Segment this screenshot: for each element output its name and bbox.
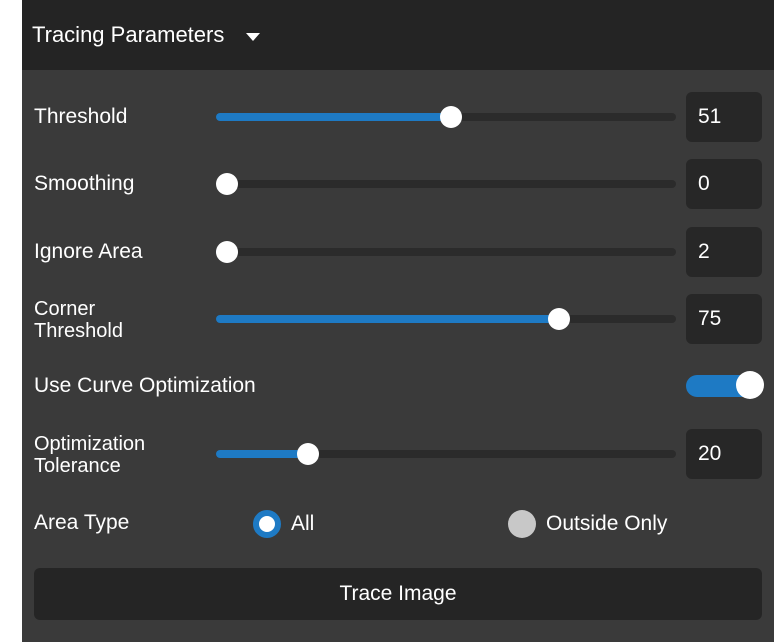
corner-threshold-value-field[interactable]: 75 <box>686 294 762 344</box>
optimization-tolerance-value-field[interactable]: 20 <box>686 429 762 479</box>
area-type-label: Area Type <box>34 511 130 534</box>
smoothing-slider-thumb[interactable] <box>216 173 238 195</box>
curve-optimization-label: Use Curve Optimization <box>34 374 256 397</box>
area-type-radio-all[interactable]: All <box>253 510 314 538</box>
threshold-row: Threshold 51 <box>22 92 774 142</box>
toggle-knob <box>736 371 764 399</box>
threshold-label: Threshold <box>34 105 128 128</box>
panel-title: Tracing Parameters <box>32 22 225 47</box>
smoothing-row: Smoothing 0 <box>22 159 774 209</box>
corner-threshold-slider-fill <box>216 315 559 323</box>
threshold-slider-fill <box>216 113 451 121</box>
optimization-tolerance-label-line-2: Tolerance <box>34 455 121 477</box>
corner-threshold-label-line-2: Threshold <box>34 320 123 342</box>
corner-threshold-label: Corner Threshold <box>34 298 123 342</box>
optimization-tolerance-slider-fill <box>216 450 308 458</box>
optimization-tolerance-slider[interactable] <box>216 443 676 465</box>
corner-threshold-slider[interactable] <box>216 308 676 330</box>
panel-header[interactable]: Tracing Parameters <box>22 0 774 70</box>
ignore-area-label: Ignore Area <box>34 240 143 263</box>
ignore-area-row: Ignore Area 2 <box>22 227 774 277</box>
threshold-slider-thumb[interactable] <box>439 106 462 128</box>
ignore-area-slider-thumb[interactable] <box>216 241 238 263</box>
threshold-slider[interactable] <box>216 106 676 128</box>
smoothing-value-field[interactable]: 0 <box>686 159 762 209</box>
area-type-radio-all-label: All <box>291 512 315 535</box>
ignore-area-value-field[interactable]: 2 <box>686 227 762 277</box>
ignore-area-slider[interactable] <box>216 241 676 263</box>
radio-checked-icon <box>253 510 281 538</box>
chevron-down-icon[interactable] <box>246 33 261 41</box>
area-type-radio-outside-only[interactable]: Outside Only <box>508 510 667 538</box>
radio-unchecked-icon <box>508 510 536 538</box>
area-type-radio-outside-only-label: Outside Only <box>546 512 668 535</box>
optimization-tolerance-row: Optimization Tolerance 20 <box>22 429 774 479</box>
tracing-parameters-panel: Tracing Parameters Threshold 51 Smoothin… <box>22 0 774 642</box>
curve-optimization-toggle[interactable] <box>686 371 764 399</box>
corner-threshold-slider-thumb[interactable] <box>547 308 570 330</box>
threshold-value-field[interactable]: 51 <box>686 92 762 142</box>
optimization-tolerance-label: Optimization Tolerance <box>34 433 145 477</box>
optimization-tolerance-slider-thumb[interactable] <box>297 443 319 465</box>
smoothing-label: Smoothing <box>34 172 135 195</box>
corner-threshold-label-line-1: Corner <box>34 298 96 320</box>
area-type-row: Area Type All Outside Only <box>22 508 774 540</box>
corner-threshold-row: Corner Threshold 75 <box>22 294 774 344</box>
trace-image-button[interactable]: Trace Image <box>34 568 762 620</box>
optimization-tolerance-label-line-1: Optimization <box>34 433 146 455</box>
smoothing-slider[interactable] <box>216 173 676 195</box>
curve-optimization-row: Use Curve Optimization <box>22 370 774 402</box>
